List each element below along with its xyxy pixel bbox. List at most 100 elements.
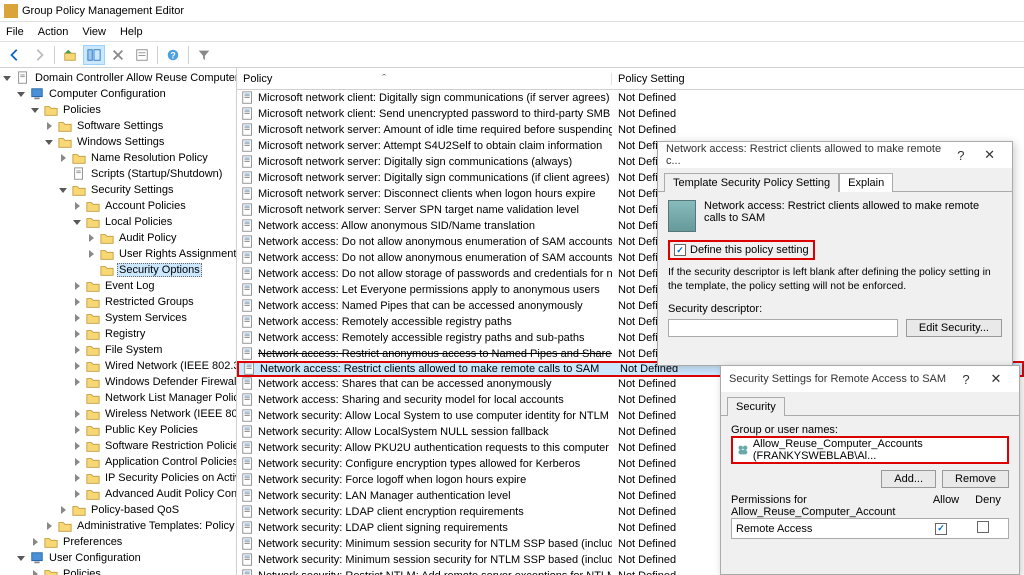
expander-icon[interactable] xyxy=(72,489,83,500)
expander-icon[interactable] xyxy=(72,409,83,420)
tree-item[interactable]: User Configuration xyxy=(0,550,236,566)
expander-icon[interactable] xyxy=(2,73,13,84)
col-policy[interactable]: Policy xyxy=(243,73,272,85)
tree-item[interactable]: Domain Controller Allow Reuse Computer A… xyxy=(0,70,236,86)
expander-icon[interactable] xyxy=(72,393,83,404)
tab-security[interactable]: Security xyxy=(727,397,785,416)
back-button[interactable] xyxy=(4,45,26,65)
define-checkbox[interactable]: ✓ xyxy=(674,244,686,256)
group-item[interactable]: Allow_Reuse_Computer_Accounts (FRANKYSWE… xyxy=(753,438,1003,462)
tree-item[interactable]: Wireless Network (IEEE 802.11) Pol xyxy=(0,406,236,422)
tree-item[interactable]: Registry xyxy=(0,326,236,342)
expander-icon[interactable] xyxy=(72,377,83,388)
tree-item[interactable]: Security Settings xyxy=(0,182,236,198)
tree-item[interactable]: Application Control Policies xyxy=(0,454,236,470)
deny-checkbox[interactable] xyxy=(977,521,989,533)
expander-icon[interactable] xyxy=(30,537,41,548)
tree-item[interactable]: Network List Manager Policies xyxy=(0,390,236,406)
expander-icon[interactable] xyxy=(58,153,69,164)
col-setting[interactable]: Policy Setting xyxy=(612,73,1024,85)
tree-item[interactable]: User Rights Assignment xyxy=(0,246,236,262)
filter-button[interactable] xyxy=(193,45,215,65)
expander-icon[interactable] xyxy=(30,105,41,116)
tree-item[interactable]: Administrative Templates: Policy definit… xyxy=(0,518,236,534)
expander-icon[interactable] xyxy=(72,313,83,324)
tree-item[interactable]: Event Log xyxy=(0,278,236,294)
tree-item[interactable]: Policy-based QoS xyxy=(0,502,236,518)
tree-item[interactable]: Security Options xyxy=(0,262,236,278)
expander-icon[interactable] xyxy=(72,473,83,484)
expander-icon[interactable] xyxy=(72,345,83,356)
expander-icon[interactable] xyxy=(58,185,69,196)
allow-checkbox[interactable]: ✓ xyxy=(935,523,947,535)
tree-item[interactable]: Software Restriction Policies xyxy=(0,438,236,454)
policy-row[interactable]: Microsoft network client: Send unencrypt… xyxy=(237,106,1024,122)
remove-button[interactable]: Remove xyxy=(942,470,1009,488)
tree-item[interactable]: File System xyxy=(0,342,236,358)
tab-explain[interactable]: Explain xyxy=(839,173,893,192)
tree-item[interactable]: Account Policies xyxy=(0,198,236,214)
tree-item[interactable]: Public Key Policies xyxy=(0,422,236,438)
menu-file[interactable]: File xyxy=(6,26,24,38)
tree-item[interactable]: Computer Configuration xyxy=(0,86,236,102)
group-list[interactable]: Allow_Reuse_Computer_Accounts (FRANKYSWE… xyxy=(731,436,1009,464)
expander-icon[interactable] xyxy=(16,89,27,100)
tree-item[interactable]: Policies xyxy=(0,102,236,118)
tree-item[interactable]: Name Resolution Policy xyxy=(0,150,236,166)
expander-icon[interactable] xyxy=(44,137,55,148)
expander-icon[interactable] xyxy=(44,521,55,532)
expander-icon[interactable] xyxy=(44,121,55,132)
forward-button[interactable] xyxy=(28,45,50,65)
tab-template[interactable]: Template Security Policy Setting xyxy=(664,173,839,192)
expander-icon[interactable] xyxy=(72,425,83,436)
expander-icon[interactable] xyxy=(72,201,83,212)
tree-item[interactable]: IP Security Policies on Active Direc xyxy=(0,470,236,486)
help-icon[interactable]: ? xyxy=(947,148,976,163)
close-icon[interactable]: ✕ xyxy=(981,371,1011,387)
tree-item[interactable]: Advanced Audit Policy Configurat xyxy=(0,486,236,502)
delete-button[interactable] xyxy=(107,45,129,65)
up-button[interactable] xyxy=(59,45,81,65)
tree-item[interactable]: Restricted Groups xyxy=(0,294,236,310)
expander-icon[interactable] xyxy=(72,361,83,372)
policy-row[interactable]: Microsoft network client: Digitally sign… xyxy=(237,90,1024,106)
expander-icon[interactable] xyxy=(58,505,69,516)
expander-icon[interactable] xyxy=(72,217,83,228)
tree-item[interactable]: Scripts (Startup/Shutdown) xyxy=(0,166,236,182)
tree-item[interactable]: Policies xyxy=(0,566,236,575)
menu-help[interactable]: Help xyxy=(120,26,143,38)
show-tree-button[interactable] xyxy=(83,45,105,65)
tree-item[interactable]: Preferences xyxy=(0,534,236,550)
help-icon[interactable]: ? xyxy=(951,372,981,387)
list-header[interactable]: Policyˆ Policy Setting xyxy=(237,68,1024,90)
menu-view[interactable]: View xyxy=(82,26,106,38)
expander-icon[interactable] xyxy=(72,457,83,468)
tree-item[interactable]: Audit Policy xyxy=(0,230,236,246)
define-policy-checkbox-row[interactable]: ✓ Define this policy setting xyxy=(668,240,815,260)
tree-item[interactable]: Software Settings xyxy=(0,118,236,134)
tree-item[interactable]: Wired Network (IEEE 802.3) Policies xyxy=(0,358,236,374)
expander-icon[interactable] xyxy=(30,569,41,575)
expander-icon[interactable] xyxy=(86,249,97,260)
expander-icon[interactable] xyxy=(16,553,27,564)
expander-icon[interactable] xyxy=(86,233,97,244)
policy-row[interactable]: Microsoft network server: Amount of idle… xyxy=(237,122,1024,138)
close-icon[interactable]: ✕ xyxy=(975,147,1004,163)
tree-item[interactable]: System Services xyxy=(0,310,236,326)
expander-icon[interactable] xyxy=(72,281,83,292)
menu-action[interactable]: Action xyxy=(38,26,69,38)
help-button[interactable]: ? xyxy=(162,45,184,65)
expander-icon[interactable] xyxy=(72,297,83,308)
expander-icon[interactable] xyxy=(86,265,97,276)
tree-panel[interactable]: Domain Controller Allow Reuse Computer A… xyxy=(0,68,237,575)
tree-item[interactable]: Windows Defender Firewall with A xyxy=(0,374,236,390)
tree-item[interactable]: Local Policies xyxy=(0,214,236,230)
expander-icon[interactable] xyxy=(72,329,83,340)
security-descriptor-input[interactable] xyxy=(668,319,898,337)
expander-icon[interactable] xyxy=(72,441,83,452)
tree-item[interactable]: Windows Settings xyxy=(0,134,236,150)
edit-security-button[interactable]: Edit Security... xyxy=(906,319,1002,337)
properties-button[interactable] xyxy=(131,45,153,65)
add-button[interactable]: Add... xyxy=(881,470,936,488)
expander-icon[interactable] xyxy=(58,169,69,180)
